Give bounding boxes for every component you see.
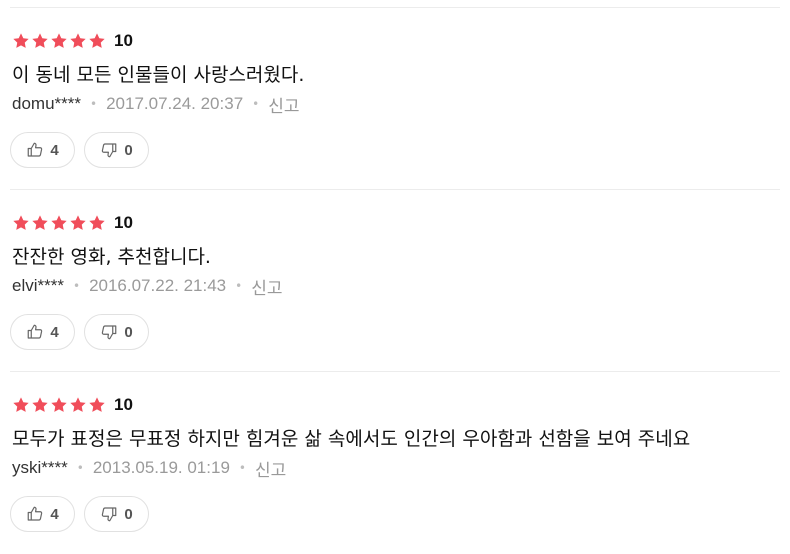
like-button[interactable]: 4 bbox=[10, 132, 75, 168]
star-rating bbox=[12, 32, 106, 50]
meta-separator: • bbox=[90, 97, 98, 111]
star-icon bbox=[69, 396, 87, 414]
rating-row: 10 bbox=[12, 212, 133, 234]
review-item: 10 이 동네 모든 인물들이 사랑스러웠다. domu**** • 2017.… bbox=[0, 8, 790, 190]
meta-separator: • bbox=[252, 97, 260, 111]
star-icon bbox=[12, 214, 30, 232]
thumbs-up-icon bbox=[27, 142, 43, 157]
star-icon bbox=[31, 214, 49, 232]
report-link[interactable]: 신고 bbox=[255, 456, 286, 481]
like-button[interactable]: 4 bbox=[10, 314, 75, 350]
thumbs-up-icon bbox=[27, 506, 43, 521]
review-meta: yski**** • 2013.05.19. 01:19 • 신고 bbox=[12, 456, 286, 481]
meta-separator: • bbox=[76, 461, 84, 475]
review-date: 2017.07.24. 20:37 bbox=[106, 94, 244, 113]
rating-score: 10 bbox=[114, 31, 133, 50]
star-rating bbox=[12, 214, 106, 232]
review-date: 2016.07.22. 21:43 bbox=[89, 276, 227, 295]
dislike-count: 0 bbox=[124, 141, 133, 159]
review-date: 2013.05.19. 01:19 bbox=[92, 458, 230, 477]
thumbs-down-icon bbox=[102, 325, 117, 340]
review-item: 10 잔잔한 영화, 추천합니다. elvi**** • 2016.07.22.… bbox=[0, 190, 790, 372]
like-button[interactable]: 4 bbox=[10, 496, 75, 532]
dislike-count: 0 bbox=[124, 323, 133, 341]
review-meta: domu**** • 2017.07.24. 20:37 • 신고 bbox=[12, 92, 300, 117]
rating-row: 10 bbox=[12, 30, 133, 52]
star-icon bbox=[12, 32, 30, 50]
thumbs-up-icon bbox=[27, 324, 43, 339]
star-icon bbox=[50, 32, 68, 50]
review-author: yski**** bbox=[12, 458, 68, 477]
rating-score: 10 bbox=[114, 395, 133, 414]
review-item: 10 모두가 표정은 무표정 하지만 힘겨운 삶 속에서도 인간의 우아함과 선… bbox=[0, 372, 790, 554]
review-meta: elvi**** • 2016.07.22. 21:43 • 신고 bbox=[12, 274, 283, 299]
thumbs-down-icon bbox=[102, 507, 117, 522]
star-icon bbox=[88, 214, 106, 232]
dislike-count: 0 bbox=[124, 505, 133, 523]
like-count: 4 bbox=[50, 323, 59, 341]
report-link[interactable]: 신고 bbox=[268, 92, 299, 117]
star-icon bbox=[50, 396, 68, 414]
review-text: 모두가 표정은 무표정 하지만 힘겨운 삶 속에서도 인간의 우아함과 선함을 … bbox=[12, 428, 691, 450]
star-icon bbox=[69, 32, 87, 50]
meta-separator: • bbox=[235, 279, 243, 293]
dislike-button[interactable]: 0 bbox=[84, 314, 149, 350]
dislike-button[interactable]: 0 bbox=[84, 132, 149, 168]
review-list: 10 이 동네 모든 인물들이 사랑스러웠다. domu**** • 2017.… bbox=[0, 8, 790, 554]
star-icon bbox=[50, 214, 68, 232]
star-icon bbox=[12, 396, 30, 414]
star-icon bbox=[69, 214, 87, 232]
dislike-button[interactable]: 0 bbox=[84, 496, 149, 532]
vote-row: 4 0 bbox=[10, 496, 149, 532]
like-count: 4 bbox=[50, 505, 59, 523]
meta-separator: • bbox=[72, 279, 81, 293]
star-icon bbox=[88, 32, 106, 50]
review-text: 잔잔한 영화, 추천합니다. bbox=[12, 246, 211, 268]
star-icon bbox=[31, 32, 49, 50]
review-text: 이 동네 모든 인물들이 사랑스러웠다. bbox=[12, 64, 305, 86]
rating-score: 10 bbox=[114, 213, 133, 232]
review-author: domu**** bbox=[12, 94, 81, 113]
star-icon bbox=[31, 396, 49, 414]
review-author: elvi**** bbox=[12, 276, 64, 295]
rating-row: 10 bbox=[12, 394, 133, 416]
thumbs-down-icon bbox=[102, 143, 117, 158]
star-icon bbox=[88, 396, 106, 414]
vote-row: 4 0 bbox=[10, 132, 149, 168]
meta-separator: • bbox=[238, 461, 246, 475]
like-count: 4 bbox=[50, 141, 59, 159]
star-rating bbox=[12, 396, 106, 414]
report-link[interactable]: 신고 bbox=[251, 274, 282, 299]
vote-row: 4 0 bbox=[10, 314, 149, 350]
